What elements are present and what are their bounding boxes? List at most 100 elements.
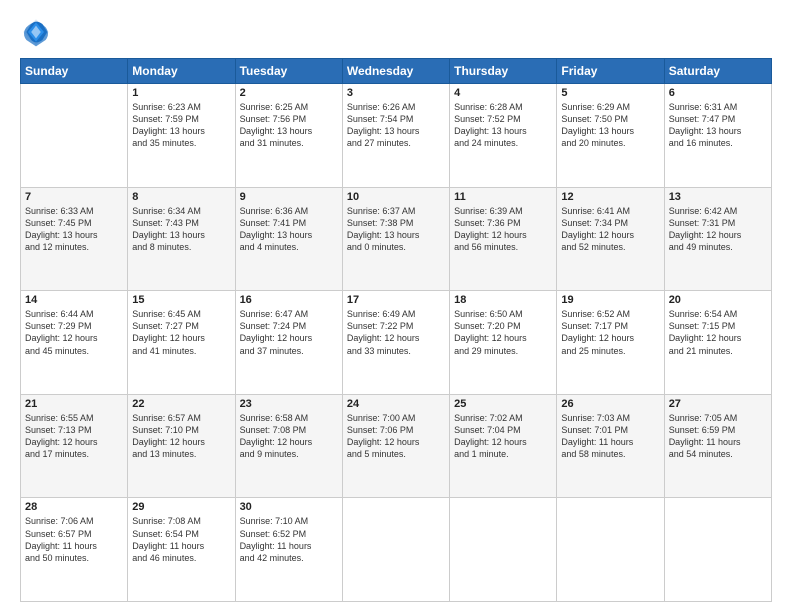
day-number: 23 — [240, 398, 338, 410]
calendar-day-header: Friday — [557, 59, 664, 84]
calendar-cell: 17 Sunrise: 6:49 AM Sunset: 7:22 PM Dayli… — [342, 291, 449, 395]
day-number: 18 — [454, 294, 552, 306]
calendar-cell — [450, 498, 557, 602]
day-number: 30 — [240, 501, 338, 513]
day-info: Sunrise: 6:55 AM Sunset: 7:13 PM Dayligh… — [25, 412, 123, 461]
calendar-cell: 16Sunrise: 6:47 AM Sunset: 7:24 PM Dayli… — [235, 291, 342, 395]
day-number: 19 — [561, 294, 659, 306]
day-info: Sunrise: 6:33 AM Sunset: 7:45 PM Dayligh… — [25, 205, 123, 254]
calendar-cell: 8Sunrise: 6:34 AM Sunset: 7:43 PM Daylig… — [128, 187, 235, 291]
calendar-week-row: 28 Sunrise: 7:06 AM Sunset: 6:57 PM Dayli… — [21, 498, 772, 602]
day-number: 8 — [132, 191, 230, 203]
day-number: 27 — [669, 398, 767, 410]
day-info: Sunrise: 6:54 AM Sunset: 7:15 PM Dayligh… — [669, 308, 767, 357]
calendar-day-header: Sunday — [21, 59, 128, 84]
calendar-cell — [342, 498, 449, 602]
calendar-day-header: Saturday — [664, 59, 771, 84]
day-info: Sunrise: 7:00 AM Sunset: 7:06 PM Dayligh… — [347, 412, 445, 461]
calendar-cell: 12 Sunrise: 6:41 AM Sunset: 7:34 PM Dayli… — [557, 187, 664, 291]
day-number: 21 — [25, 398, 123, 410]
calendar-cell: 11 Sunrise: 6:39 AM Sunset: 7:36 PM Dayli… — [450, 187, 557, 291]
calendar-cell: 10 Sunrise: 6:37 AM Sunset: 7:38 PM Dayli… — [342, 187, 449, 291]
calendar-cell: 13 Sunrise: 6:42 AM Sunset: 7:31 PM Dayli… — [664, 187, 771, 291]
day-info: Sunrise: 7:10 AM Sunset: 6:52 PM Dayligh… — [240, 515, 338, 564]
calendar-cell: 1 Sunrise: 6:23 AM Sunset: 7:59 PM Daylig… — [128, 84, 235, 188]
calendar-day-header: Monday — [128, 59, 235, 84]
calendar-cell: 2 Sunrise: 6:25 AM Sunset: 7:56 PM Daylig… — [235, 84, 342, 188]
day-number: 5 — [561, 87, 659, 99]
calendar-cell: 19 Sunrise: 6:52 AM Sunset: 7:17 PM Dayli… — [557, 291, 664, 395]
day-info: Sunrise: 7:03 AM Sunset: 7:01 PM Dayligh… — [561, 412, 659, 461]
day-number: 9 — [240, 191, 338, 203]
day-number: 17 — [347, 294, 445, 306]
calendar-cell: 7 Sunrise: 6:33 AM Sunset: 7:45 PM Daylig… — [21, 187, 128, 291]
day-info: Sunrise: 6:41 AM Sunset: 7:34 PM Dayligh… — [561, 205, 659, 254]
calendar-cell: 22Sunrise: 6:57 AM Sunset: 7:10 PM Dayli… — [128, 394, 235, 498]
calendar-week-row: 21 Sunrise: 6:55 AM Sunset: 7:13 PM Dayli… — [21, 394, 772, 498]
page: SundayMondayTuesdayWednesdayThursdayFrid… — [0, 0, 792, 612]
calendar-cell: 27 Sunrise: 7:05 AM Sunset: 6:59 PM Dayli… — [664, 394, 771, 498]
day-info: Sunrise: 6:44 AM Sunset: 7:29 PM Dayligh… — [25, 308, 123, 357]
day-number: 7 — [25, 191, 123, 203]
day-number: 22 — [132, 398, 230, 410]
calendar-cell: 25Sunrise: 7:02 AM Sunset: 7:04 PM Dayli… — [450, 394, 557, 498]
calendar-cell: 9 Sunrise: 6:36 AM Sunset: 7:41 PM Daylig… — [235, 187, 342, 291]
calendar-cell — [664, 498, 771, 602]
calendar-cell: 29 Sunrise: 7:08 AM Sunset: 6:54 PM Dayli… — [128, 498, 235, 602]
day-info: Sunrise: 6:29 AM Sunset: 7:50 PM Dayligh… — [561, 101, 659, 150]
day-number: 15 — [132, 294, 230, 306]
day-info: Sunrise: 6:23 AM Sunset: 7:59 PM Dayligh… — [132, 101, 230, 150]
day-info: Sunrise: 6:39 AM Sunset: 7:36 PM Dayligh… — [454, 205, 552, 254]
day-info: Sunrise: 6:52 AM Sunset: 7:17 PM Dayligh… — [561, 308, 659, 357]
calendar-header-row: SundayMondayTuesdayWednesdayThursdayFrid… — [21, 59, 772, 84]
day-info: Sunrise: 7:08 AM Sunset: 6:54 PM Dayligh… — [132, 515, 230, 564]
day-info: Sunrise: 6:50 AM Sunset: 7:20 PM Dayligh… — [454, 308, 552, 357]
day-number: 2 — [240, 87, 338, 99]
day-number: 1 — [132, 87, 230, 99]
logo — [20, 16, 56, 48]
day-info: Sunrise: 6:49 AM Sunset: 7:22 PM Dayligh… — [347, 308, 445, 357]
day-info: Sunrise: 6:37 AM Sunset: 7:38 PM Dayligh… — [347, 205, 445, 254]
calendar-cell: 28 Sunrise: 7:06 AM Sunset: 6:57 PM Dayli… — [21, 498, 128, 602]
day-number: 10 — [347, 191, 445, 203]
calendar-day-header: Wednesday — [342, 59, 449, 84]
day-info: Sunrise: 6:42 AM Sunset: 7:31 PM Dayligh… — [669, 205, 767, 254]
day-number: 4 — [454, 87, 552, 99]
calendar-cell — [21, 84, 128, 188]
calendar-week-row: 1 Sunrise: 6:23 AM Sunset: 7:59 PM Daylig… — [21, 84, 772, 188]
calendar-cell: 14 Sunrise: 6:44 AM Sunset: 7:29 PM Dayli… — [21, 291, 128, 395]
day-number: 3 — [347, 87, 445, 99]
calendar-table: SundayMondayTuesdayWednesdayThursdayFrid… — [20, 58, 772, 602]
day-info: Sunrise: 6:58 AM Sunset: 7:08 PM Dayligh… — [240, 412, 338, 461]
day-number: 6 — [669, 87, 767, 99]
header — [20, 16, 772, 48]
day-number: 13 — [669, 191, 767, 203]
calendar-cell: 3 Sunrise: 6:26 AM Sunset: 7:54 PM Daylig… — [342, 84, 449, 188]
day-number: 11 — [454, 191, 552, 203]
calendar-cell: 6 Sunrise: 6:31 AM Sunset: 7:47 PM Daylig… — [664, 84, 771, 188]
day-info: Sunrise: 6:26 AM Sunset: 7:54 PM Dayligh… — [347, 101, 445, 150]
calendar-cell: 15 Sunrise: 6:45 AM Sunset: 7:27 PM Dayli… — [128, 291, 235, 395]
day-number: 12 — [561, 191, 659, 203]
calendar-week-row: 7 Sunrise: 6:33 AM Sunset: 7:45 PM Daylig… — [21, 187, 772, 291]
day-info: Sunrise: 6:25 AM Sunset: 7:56 PM Dayligh… — [240, 101, 338, 150]
day-number: 16 — [240, 294, 338, 306]
calendar-day-header: Tuesday — [235, 59, 342, 84]
day-number: 20 — [669, 294, 767, 306]
day-info: Sunrise: 6:28 AM Sunset: 7:52 PM Dayligh… — [454, 101, 552, 150]
day-info: Sunrise: 7:05 AM Sunset: 6:59 PM Dayligh… — [669, 412, 767, 461]
day-info: Sunrise: 6:36 AM Sunset: 7:41 PM Dayligh… — [240, 205, 338, 254]
day-number: 29 — [132, 501, 230, 513]
general-blue-logo-icon — [20, 16, 52, 48]
day-info: Sunrise: 7:02 AM Sunset: 7:04 PM Dayligh… — [454, 412, 552, 461]
day-info: Sunrise: 6:31 AM Sunset: 7:47 PM Dayligh… — [669, 101, 767, 150]
day-number: 14 — [25, 294, 123, 306]
day-info: Sunrise: 7:06 AM Sunset: 6:57 PM Dayligh… — [25, 515, 123, 564]
day-info: Sunrise: 6:45 AM Sunset: 7:27 PM Dayligh… — [132, 308, 230, 357]
calendar-cell — [557, 498, 664, 602]
day-number: 28 — [25, 501, 123, 513]
calendar-cell: 23 Sunrise: 6:58 AM Sunset: 7:08 PM Dayli… — [235, 394, 342, 498]
day-number: 26 — [561, 398, 659, 410]
calendar-cell: 30 Sunrise: 7:10 AM Sunset: 6:52 PM Dayli… — [235, 498, 342, 602]
calendar-cell: 20 Sunrise: 6:54 AM Sunset: 7:15 PM Dayli… — [664, 291, 771, 395]
